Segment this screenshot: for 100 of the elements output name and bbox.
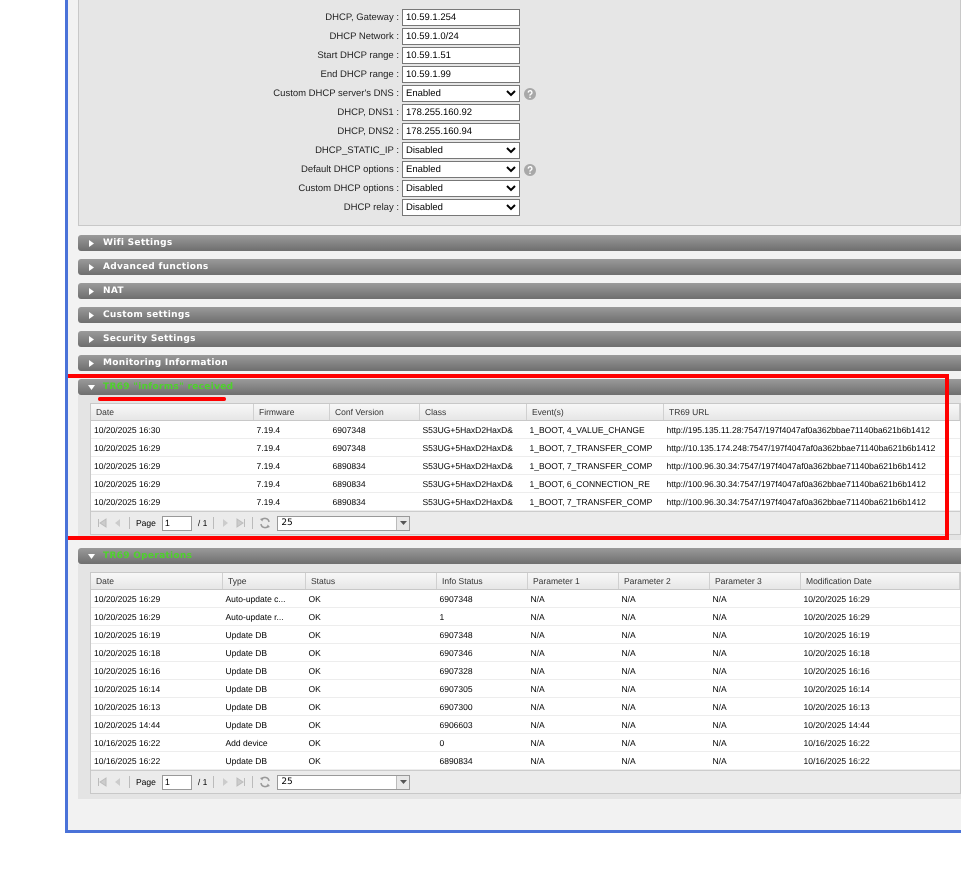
text-field[interactable]: 178.255.160.94 [402,123,520,140]
section-header[interactable]: Wifi Settings [78,235,961,251]
column-header[interactable]: Conf Version [330,404,420,420]
table-cell: 6907348 [436,626,528,644]
section-header[interactable]: Monitoring Information [78,355,961,371]
section-title: TR69 Operations [103,551,192,561]
table-cell: 1_BOOT, 6_CONNECTION_RE [526,474,664,492]
table-cell: 10/20/2025 16:19 [800,626,960,644]
table-cell: 6907305 [436,680,528,698]
column-header[interactable]: Class [420,404,526,420]
page-total: / 1 [198,777,208,787]
table-cell: 10/20/2025 16:18 [800,644,960,662]
table-cell: OK [306,716,436,734]
table-cell: N/A [710,716,800,734]
page-size-dropdown[interactable]: 25 [277,516,410,530]
table-cell: N/A [618,662,710,680]
column-header[interactable]: Info Status [436,573,528,590]
table-cell: 10/16/2025 16:22 [800,734,960,752]
table-cell: N/A [618,698,710,716]
refresh-icon[interactable] [259,517,272,529]
table-cell: 10/20/2025 16:18 [91,644,222,662]
dropdown[interactable]: Disabled [402,180,520,197]
page-size-dropdown[interactable]: 25 [277,774,410,790]
chevron-icon [400,521,407,525]
table-cell: 6907300 [436,698,528,716]
text-field[interactable]: 10.59.1.0/24 [402,28,520,45]
table-cell: N/A [710,626,800,644]
column-header[interactable]: Date [91,573,222,590]
table-cell: N/A [528,626,618,644]
section-title: Wifi Settings [103,238,173,248]
table-cell: 6907328 [436,662,528,680]
text-field[interactable]: 10.59.1.99 [402,66,520,83]
column-header[interactable]: Type [222,573,306,590]
dropdown[interactable]: Disabled [402,199,520,216]
page-number-field[interactable]: 1 [162,774,192,790]
table-cell: N/A [618,590,710,608]
table-cell: S53UG+5HaxD2HaxD& [420,474,526,492]
table-cell: 1_BOOT, 4_VALUE_CHANGE [526,420,664,438]
section-title: TR69 "informs" received [103,382,234,392]
previous-page-icon[interactable] [113,777,123,787]
column-header[interactable]: Parameter 3 [710,573,800,590]
table-cell: 7.19.4 [254,438,330,456]
table-cell: 10/20/2025 16:29 [91,456,254,474]
column-header[interactable]: Parameter 2 [618,573,710,590]
table-cell: 10/20/2025 16:29 [91,590,222,608]
section-title: Monitoring Information [103,358,228,368]
column-header[interactable]: Status [306,573,436,590]
table-cell: N/A [528,590,618,608]
column-header[interactable]: Parameter 1 [528,573,618,590]
field-label: DHCP, DNS2 : [336,126,400,137]
field-label: DHCP_STATIC_IP : [314,145,400,156]
section-header[interactable]: Security Settings [78,331,961,347]
dropdown[interactable]: Enabled [402,85,520,102]
last-page-icon[interactable] [236,518,246,528]
last-page-icon[interactable] [236,777,246,787]
section-header[interactable]: Advanced functions [78,259,961,275]
table-cell: Auto-update c... [222,590,306,608]
column-header[interactable]: TR69 URL [664,404,960,420]
help-icon[interactable] [524,88,536,100]
table-cell: 7.19.4 [254,420,330,438]
help-icon[interactable] [524,164,536,176]
section-header[interactable]: NAT [78,283,961,299]
table-cell: http://100.96.30.34:7547/197f4047af0a362bbae71140ba621b6b1412 [664,456,960,474]
next-page-icon[interactable] [220,518,230,528]
first-page-icon[interactable] [97,777,107,787]
field-label: DHCP Network : [328,31,400,42]
text-field[interactable]: 10.59.1.254 [402,9,520,26]
field-label: Start DHCP range : [316,50,400,61]
next-page-icon[interactable] [220,777,230,787]
table-cell: 6907348 [436,590,528,608]
dropdown[interactable]: Enabled [402,161,520,178]
chevron-icon [506,90,516,97]
first-page-icon[interactable] [97,518,107,528]
table-cell: http://195.135.11.28:7547/197f4047af0a362bbae71140ba621b6b1412 [664,420,960,438]
table-cell: 10/20/2025 14:44 [800,716,960,734]
dropdown[interactable]: Disabled [402,142,520,159]
section-header[interactable]: Custom settings [78,307,961,323]
table-cell: 6907346 [436,644,528,662]
table-cell: N/A [618,734,710,752]
column-header[interactable]: Date [91,404,254,420]
refresh-icon[interactable] [259,776,272,788]
column-header[interactable]: Modification Date [800,573,960,590]
text-field[interactable]: 178.255.160.92 [402,104,520,121]
previous-page-icon[interactable] [113,518,123,528]
section-title: Custom settings [103,310,190,320]
column-header[interactable]: Firmware [254,404,330,420]
text-field[interactable]: 10.59.1.51 [402,47,520,64]
table-cell: Update DB [222,680,306,698]
chevron-icon [400,780,407,784]
page-total: / 1 [198,518,208,528]
table-cell: 10/20/2025 16:13 [800,698,960,716]
triangle-right-icon [88,264,95,270]
table-cell: OK [306,608,436,626]
column-header[interactable]: Event(s) [526,404,664,420]
table-cell: 7.19.4 [254,456,330,474]
page-number-field[interactable]: 1 [162,516,192,530]
table-cell: OK [306,734,436,752]
chevron-icon [506,166,516,173]
table-cell: N/A [710,590,800,608]
table-cell: 10/20/2025 16:14 [800,680,960,698]
